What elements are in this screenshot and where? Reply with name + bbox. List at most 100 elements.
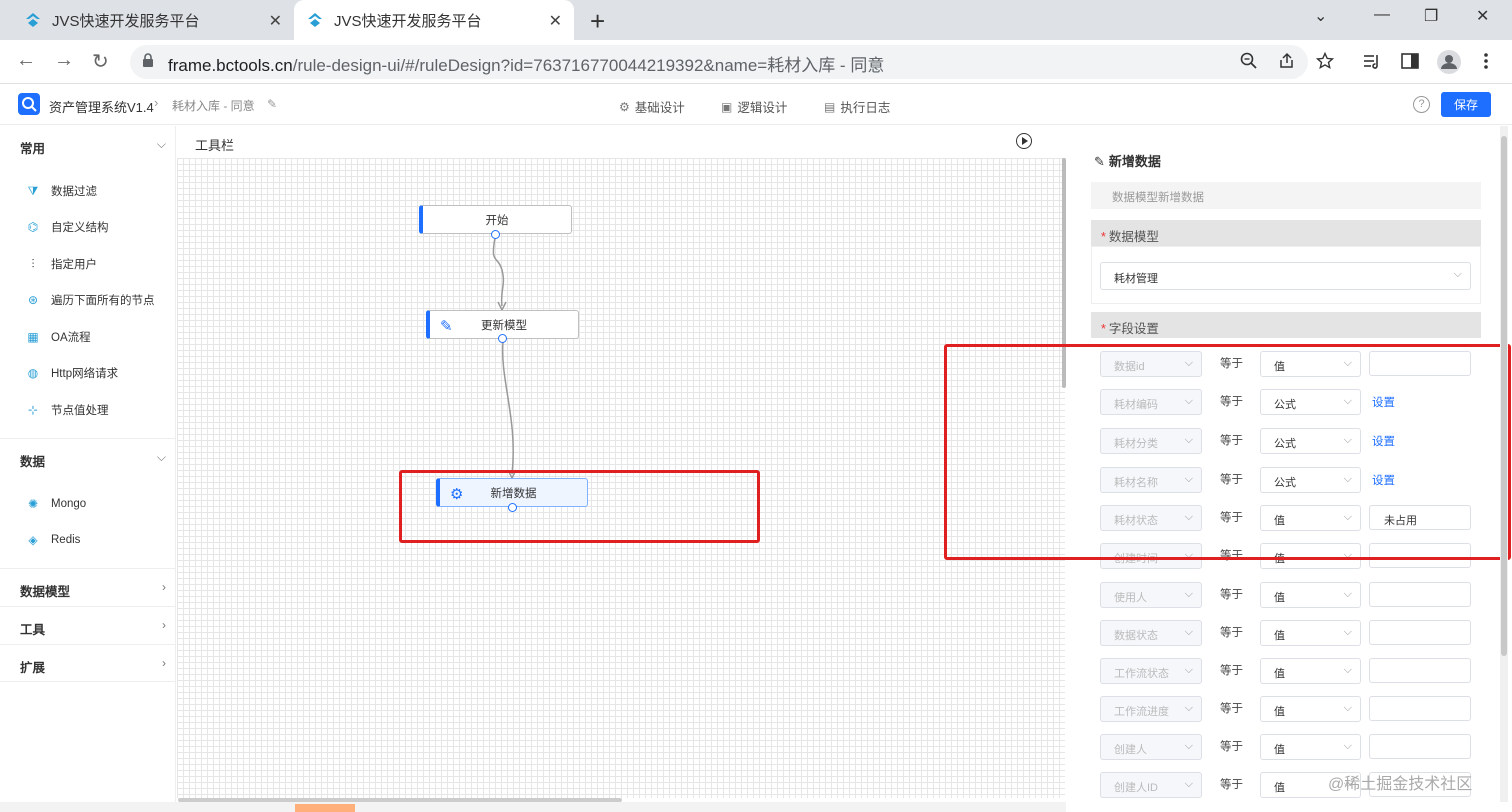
new-tab-icon[interactable]: + (590, 6, 605, 37)
sidepanel-icon[interactable] (1400, 51, 1420, 71)
tab-basic-design[interactable]: ⚙ 基础设计 (619, 97, 685, 116)
sidebar-item-oa-flow[interactable]: ▦ OA流程 (0, 322, 176, 352)
panel-scrollbar[interactable] (1500, 126, 1508, 802)
media-icon[interactable] (1362, 51, 1382, 71)
globe-icon: ◍ (27, 366, 39, 380)
section-field-settings: * 字段设置 (1091, 312, 1481, 338)
run-icon[interactable] (1016, 133, 1032, 149)
field-select[interactable]: 使用人 ⌵ (1100, 582, 1202, 608)
operator-label: 等于 (1220, 627, 1243, 639)
tab-title: JVS快速开发服务平台 (334, 12, 482, 30)
watermark: @稀土掘金技术社区 (1328, 776, 1473, 793)
value-type-select[interactable]: 值 ⌵ (1260, 620, 1361, 646)
value-type-select[interactable]: 值 ⌵ (1260, 696, 1361, 722)
value-type-select[interactable]: 值 ⌵ (1260, 734, 1361, 760)
edit-name-icon[interactable]: ✎ (267, 97, 277, 111)
minimize-icon[interactable]: — (1374, 6, 1390, 24)
redis-icon: ◈ (28, 533, 38, 547)
browser-tab[interactable]: JVS快速开发服务平台 ✕ (14, 0, 294, 40)
sidebar-section-data-model[interactable]: 数据模型 › (0, 568, 176, 606)
sidebar-item-assign-user[interactable]: ⫶ 指定用户 (0, 249, 176, 279)
star-icon[interactable] (1316, 52, 1334, 70)
reload-icon[interactable]: ↻ (92, 49, 109, 74)
sidebar: 常用 ⌵ ⧩ 数据过滤 ⌬ 自定义结构 ⫶ 指定用户 ⊛ 遍历下面所有的节点 ▦ OA流程 … (0, 126, 176, 812)
panel-scrollbar-thumb[interactable] (1501, 136, 1507, 656)
sidebar-item-node-value[interactable]: ⊹ 节点值处理 (0, 395, 176, 425)
menu-icon[interactable] (1478, 51, 1494, 71)
sidebar-item-http[interactable]: ◍ Http网络请求 (0, 358, 176, 388)
url-input[interactable]: frame.bctools.cn/rule-design-ui/#/ruleDe… (130, 45, 1334, 79)
node-port[interactable] (498, 334, 507, 343)
chevron-down-icon: ⌵ (1184, 778, 1193, 790)
tab-logic-design[interactable]: ▣ 逻辑设计 (721, 97, 787, 116)
chevron-down-icon: ⌵ (1343, 664, 1352, 676)
app-header: 资产管理系统V1.4 › 耗材入库 - 同意 ✎ ⚙ 基础设计 ▣ 逻辑设计 ▤ 执行… (0, 85, 1512, 125)
chevron-right-icon: › (162, 656, 166, 670)
edit-icon: ✎ (440, 318, 453, 335)
sidebar-item-mongo[interactable]: ✺ Mongo (0, 489, 176, 519)
save-button[interactable]: 保存 (1441, 92, 1491, 117)
forward-icon[interactable]: → (54, 49, 74, 72)
value-input[interactable] (1369, 734, 1471, 759)
sidebar-item-data-filter[interactable]: ⧩ 数据过滤 (0, 176, 176, 206)
zoom-icon[interactable] (1240, 52, 1258, 70)
chevron-down-icon: ⌵ (1343, 702, 1352, 714)
operator-label: 等于 (1220, 741, 1243, 753)
sidebar-item-custom-structure[interactable]: ⌬ 自定义结构 (0, 212, 176, 242)
window-close-icon[interactable]: ✕ (1476, 6, 1489, 26)
chevron-right-icon: › (162, 618, 166, 632)
share-icon[interactable] (1278, 52, 1296, 70)
browser-tab-active[interactable]: JVS快速开发服务平台 ✕ (294, 0, 574, 40)
value-type-select[interactable]: 值 ⌵ (1260, 582, 1361, 608)
value-input[interactable] (1369, 696, 1471, 721)
sidebar-section-data[interactable]: 数据 ⌵ (0, 438, 176, 476)
lock-icon (143, 53, 153, 67)
app-name[interactable]: 资产管理系统V1.4 (49, 97, 154, 116)
flow-icon: ▦ (27, 330, 39, 344)
data-model-select[interactable]: 耗材管理 ⌵ (1100, 262, 1471, 290)
close-tab-icon[interactable]: ✕ (549, 11, 562, 31)
field-select[interactable]: 创建人ID ⌵ (1100, 772, 1202, 798)
taskbar-indicator (295, 804, 355, 812)
sidebar-section-tools[interactable]: 工具 › (0, 606, 176, 644)
profile-icon[interactable] (1436, 49, 1462, 75)
gear-icon: ⚙ (619, 99, 630, 114)
back-icon[interactable]: ← (16, 49, 36, 72)
sidebar-item-traverse[interactable]: ⊛ 遍历下面所有的节点 (0, 285, 176, 315)
value-input[interactable] (1369, 658, 1471, 683)
doc-icon: ▤ (824, 99, 836, 114)
node-port[interactable] (491, 230, 500, 239)
field-select[interactable]: 数据状态 ⌵ (1100, 620, 1202, 646)
chevron-down-icon: ⌵ (1184, 702, 1193, 714)
value-input[interactable] (1369, 582, 1471, 607)
value-type-select[interactable]: 值 ⌵ (1260, 658, 1361, 684)
operator-label: 等于 (1220, 665, 1243, 677)
url-text: frame.bctools.cn/rule-design-ui/#/ruleDe… (168, 56, 885, 75)
sliders-icon: ⫶ (31, 256, 35, 271)
field-select[interactable]: 工作流进度 ⌵ (1100, 696, 1202, 722)
value-input[interactable] (1369, 620, 1471, 645)
sidebar-item-redis[interactable]: ◈ Redis (0, 525, 176, 555)
edit-icon: ✎ (1094, 154, 1105, 169)
chevron-down-icon: ⌵ (1184, 626, 1193, 638)
chevron-down-icon: ⌵ (156, 450, 166, 464)
restore-icon[interactable]: ❐ (1424, 6, 1438, 26)
filter-icon: ⧩ (27, 183, 39, 198)
help-icon[interactable]: ? (1413, 96, 1430, 113)
address-bar: ← → ↻ frame.bctools.cn/rule-design-ui/#/… (0, 40, 1512, 84)
close-tab-icon[interactable]: ✕ (269, 11, 282, 31)
tab-search-chevron-icon[interactable]: ⌄ (1314, 6, 1327, 26)
chevron-down-icon: ⌵ (1184, 664, 1193, 676)
operator-label: 等于 (1220, 779, 1243, 791)
sidebar-section-common[interactable]: 常用 ⌵ (0, 126, 176, 164)
required-mark: * (1101, 230, 1106, 244)
tab-exec-log[interactable]: ▤ 执行日志 (824, 97, 890, 116)
browser-tab-bar: JVS快速开发服务平台 ✕ JVS快速开发服务平台 ✕ + ⌄ — ❐ ✕ (0, 0, 1512, 40)
field-select[interactable]: 创建人 ⌵ (1100, 734, 1202, 760)
chevron-down-icon: ⌵ (1343, 626, 1352, 638)
logic-icon: ▣ (721, 99, 733, 114)
sidebar-section-extension[interactable]: 扩展 › (0, 644, 176, 682)
panel-description: 数据模型新增数据 (1091, 182, 1481, 209)
mongo-icon: ✺ (27, 497, 39, 511)
field-select[interactable]: 工作流状态 ⌵ (1100, 658, 1202, 684)
